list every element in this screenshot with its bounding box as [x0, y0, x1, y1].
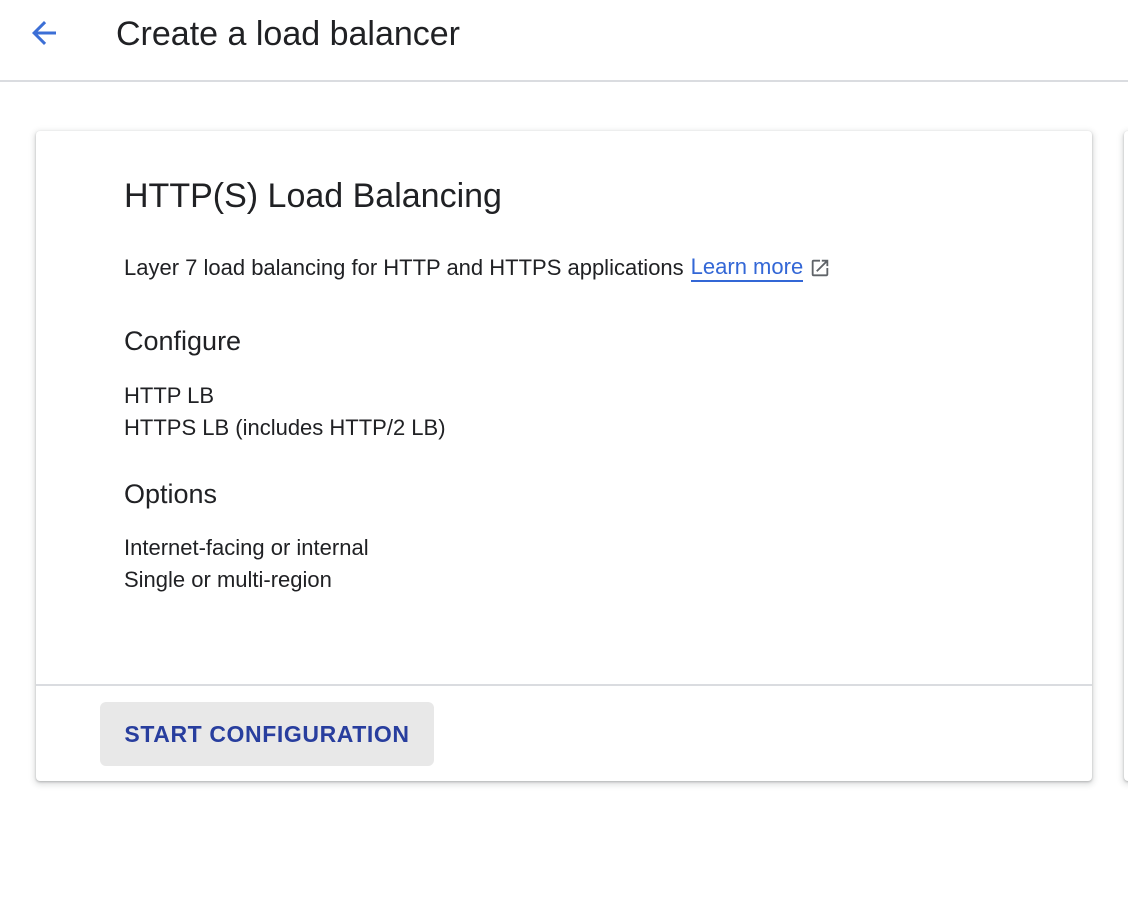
card-description: Layer 7 load balancing for HTTP and HTTP…	[124, 253, 832, 283]
list-item: Internet-facing or internal	[124, 535, 369, 560]
open-in-new-icon[interactable]	[808, 256, 832, 280]
list-item: HTTP LB	[124, 383, 215, 408]
card-description-text: Layer 7 load balancing for HTTP and HTTP…	[124, 255, 684, 280]
options-heading: Options	[124, 479, 218, 509]
page-title: Create a load balancer	[116, 15, 461, 53]
configure-heading: Configure	[124, 326, 242, 356]
start-configuration-button[interactable]: START CONFIGURATION	[100, 702, 434, 766]
options-list: Internet-facing or internal Single or mu…	[124, 532, 369, 596]
page-header: Create a load balancer	[0, 0, 1128, 82]
next-card-edge	[1124, 131, 1128, 781]
card-title: HTTP(S) Load Balancing	[124, 177, 502, 215]
back-button[interactable]	[20, 13, 68, 57]
list-item: HTTPS LB (includes HTTP/2 LB)	[124, 415, 446, 440]
card-divider	[36, 684, 1092, 686]
arrow-back-icon	[26, 15, 62, 56]
learn-more-link[interactable]: Learn more	[690, 254, 804, 282]
list-item: Single or multi-region	[124, 567, 332, 592]
http-load-balancing-card: HTTP(S) Load Balancing Layer 7 load bala…	[36, 131, 1092, 781]
configure-list: HTTP LB HTTPS LB (includes HTTP/2 LB)	[124, 380, 446, 444]
